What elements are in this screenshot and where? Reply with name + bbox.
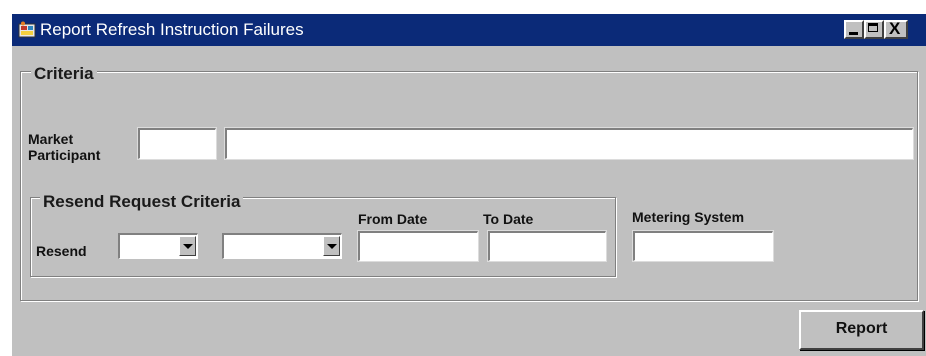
to-date-input[interactable] [487, 230, 607, 262]
resend-select-1-dropdown-button[interactable] [179, 236, 196, 256]
market-participant-label: Market Participant [28, 131, 100, 163]
market-participant-label-line2: Participant [28, 147, 101, 163]
resend-select-1[interactable] [118, 233, 198, 259]
resend-select-2-dropdown-button[interactable] [323, 236, 340, 256]
chevron-down-icon [183, 244, 193, 249]
market-participant-label-line1: Market [28, 131, 74, 147]
report-button[interactable]: Report [799, 310, 924, 350]
market-participant-name-input[interactable] [224, 127, 914, 160]
market-participant-code-input[interactable] [137, 127, 217, 160]
from-date-label: From Date [358, 211, 428, 227]
chevron-down-icon [327, 244, 337, 249]
report-window: Report Refresh Instruction Failures X Cr… [10, 12, 926, 356]
minimize-icon [849, 32, 858, 35]
from-date-input[interactable] [357, 230, 479, 262]
title-bar[interactable]: Report Refresh Instruction Failures X [12, 14, 926, 46]
resend-label: Resend [36, 243, 87, 259]
metering-system-input[interactable] [632, 230, 774, 262]
metering-system-label: Metering System [632, 209, 745, 225]
resend-request-group-label: Resend Request Criteria [40, 192, 244, 212]
resend-select-2[interactable] [222, 233, 342, 259]
maximize-button[interactable] [864, 20, 884, 39]
close-icon: X [889, 19, 901, 38]
criteria-group-label: Criteria [31, 64, 97, 84]
maximize-icon [868, 23, 878, 32]
close-button[interactable]: X [884, 19, 908, 39]
minimize-button[interactable] [844, 20, 864, 39]
window-title: Report Refresh Instruction Failures [40, 20, 304, 39]
app-window-icon [18, 21, 36, 38]
to-date-label: To Date [483, 211, 534, 227]
